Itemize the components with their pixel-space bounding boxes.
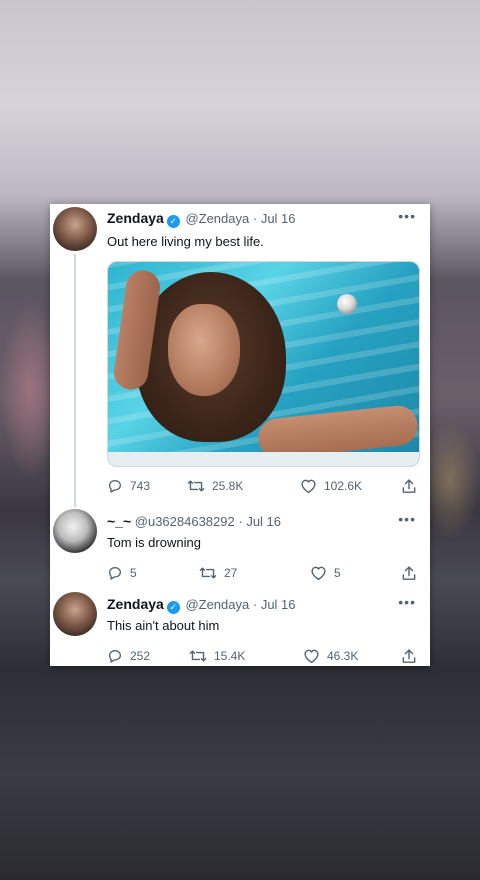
avatar[interactable] (53, 509, 97, 553)
reply-count: 252 (130, 649, 151, 663)
like-count: 46.3K (327, 649, 359, 663)
reply-icon (109, 650, 121, 663)
share-icon (402, 649, 416, 663)
tweet-text: This ain't about him (107, 618, 220, 633)
retweet-icon (187, 480, 205, 492)
tweet-header: ~_~ @u36284638292 · Jul 16 (107, 513, 281, 529)
retweet-icon (189, 650, 207, 662)
pool-ball (337, 294, 357, 314)
reply-icon (109, 480, 121, 493)
tweet-photo[interactable] (107, 261, 420, 467)
separator: · (252, 211, 258, 226)
photo-subject-face (168, 304, 240, 396)
reply-count: 5 (130, 566, 137, 580)
tweet-text: Tom is drowning (107, 535, 201, 550)
tweet-header: Zendaya ✓ @Zendaya · Jul 16 (107, 210, 296, 228)
avatar[interactable] (53, 207, 97, 251)
like-icon (304, 649, 319, 664)
like-icon (301, 479, 316, 494)
verified-badge-icon: ✓ (166, 215, 180, 228)
more-icon[interactable]: ••• (398, 511, 416, 527)
thread-connector-line (74, 254, 76, 507)
tweet-date[interactable]: Jul 16 (261, 211, 296, 226)
share-icon (402, 479, 416, 493)
retweet-button[interactable]: 25.8K (187, 478, 243, 494)
reply-button[interactable]: 5 (107, 565, 137, 581)
like-count: 5 (334, 566, 341, 580)
reply-count: 743 (130, 479, 151, 493)
author-handle[interactable]: @Zendaya (185, 597, 249, 612)
tweet-header: Zendaya ✓ @Zendaya · Jul 16 (107, 596, 296, 614)
author-handle[interactable]: @u36284638292 (135, 514, 235, 529)
more-icon[interactable]: ••• (398, 594, 416, 610)
tweet-date[interactable]: Jul 16 (261, 597, 296, 612)
like-icon (311, 566, 326, 581)
more-icon[interactable]: ••• (398, 208, 416, 224)
share-icon (402, 566, 416, 580)
separator: · (252, 597, 258, 612)
author-name[interactable]: Zendaya (107, 596, 164, 612)
avatar[interactable] (53, 592, 97, 636)
tweet-thread-card: Zendaya ✓ @Zendaya · Jul 16 ••• Out here … (50, 204, 430, 666)
pool-edge (108, 452, 419, 466)
retweet-button[interactable]: 27 (199, 565, 237, 581)
tweet-date[interactable]: Jul 16 (246, 514, 281, 529)
tweet-text: Out here living my best life. (107, 234, 264, 249)
reply-icon (109, 567, 121, 580)
share-button[interactable] (401, 565, 417, 582)
share-button[interactable] (401, 478, 417, 495)
reply-button[interactable]: 743 (107, 478, 150, 494)
retweet-count: 27 (224, 566, 238, 580)
author-name[interactable]: Zendaya (107, 210, 164, 226)
reply-button[interactable]: 252 (107, 648, 150, 664)
like-button[interactable]: 46.3K (303, 648, 358, 664)
retweet-count: 15.4K (214, 649, 246, 663)
retweet-icon (199, 567, 217, 579)
like-count: 102.6K (324, 479, 363, 493)
like-button[interactable]: 5 (310, 565, 341, 581)
retweet-button[interactable]: 15.4K (189, 648, 245, 664)
author-handle[interactable]: @Zendaya (185, 211, 249, 226)
share-button[interactable] (401, 648, 417, 665)
separator: · (238, 514, 243, 529)
like-button[interactable]: 102.6K (300, 478, 362, 494)
author-name[interactable]: ~_~ (107, 513, 131, 529)
retweet-count: 25.8K (212, 479, 244, 493)
verified-badge-icon: ✓ (166, 601, 180, 614)
